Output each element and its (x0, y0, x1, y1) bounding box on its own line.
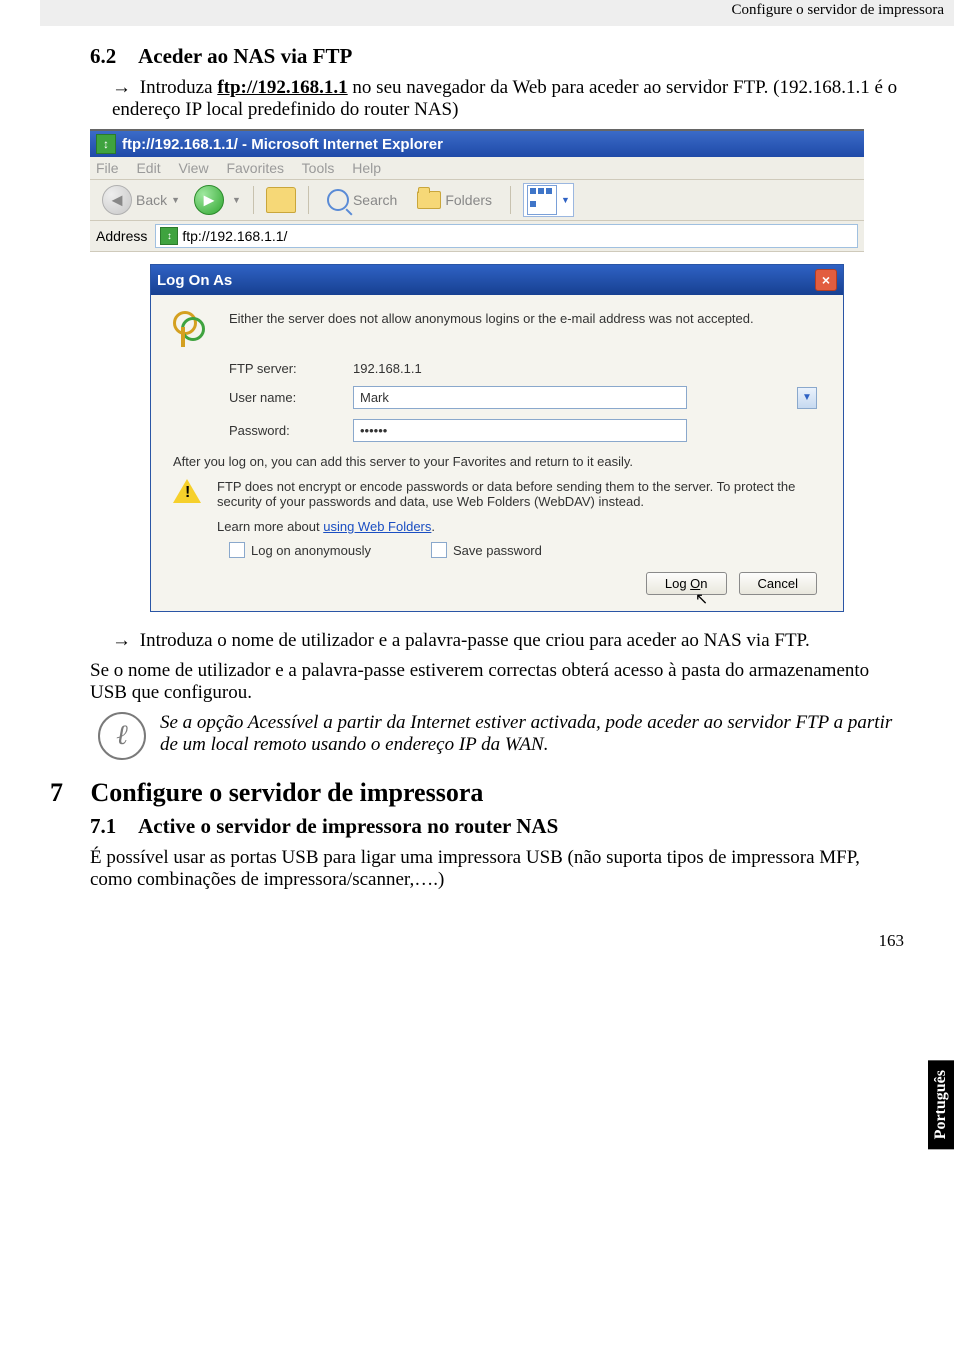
menu-file[interactable]: File (96, 160, 119, 176)
learn-more-line: Learn more about using Web Folders. (217, 519, 821, 534)
warning-icon: ! (173, 479, 201, 503)
page-header-bar: Configure o servidor de impressora (40, 0, 954, 26)
back-label: Back (136, 192, 167, 208)
ie-toolbar: ◄ Back ▼ ► ▼ Search Folders ▼ (90, 180, 864, 221)
step-text-pre: Introduza (140, 77, 218, 98)
menu-edit[interactable]: Edit (136, 160, 160, 176)
section-6-2-heading: 6.2 Aceder ao NAS via FTP (90, 44, 904, 69)
dropdown-arrow-icon: ▼ (232, 195, 241, 205)
paragraph-2: É possível usar as portas USB para ligar… (90, 847, 904, 891)
address-value: ftp://192.168.1.1/ (182, 228, 287, 244)
views-icon (527, 185, 557, 215)
info-icon: ℓ (98, 712, 146, 760)
logon-button[interactable]: Log On ↖ (646, 572, 727, 595)
dialog-buttons: Log On ↖ Cancel (173, 572, 817, 595)
ie-menubar: File Edit View Favorites Tools Help (90, 157, 864, 180)
section-title: Active o servidor de impressora no route… (138, 814, 558, 838)
folders-button[interactable]: Folders (411, 189, 498, 211)
menu-tools[interactable]: Tools (302, 160, 335, 176)
back-button[interactable]: ◄ Back ▼ (96, 183, 186, 217)
address-field[interactable]: ↕ ftp://192.168.1.1/ (155, 224, 858, 248)
step-2-text: Introduza o nome de utilizador e a palav… (140, 630, 810, 651)
ftp-url-link[interactable]: ftp://192.168.1.1 (217, 77, 347, 98)
toolbar-separator (308, 186, 309, 214)
search-label: Search (353, 192, 397, 208)
views-button[interactable]: ▼ (523, 183, 574, 217)
folders-label: Folders (445, 192, 492, 208)
save-password-checkbox[interactable]: Save password (431, 542, 542, 558)
section-title: Aceder ao NAS via FTP (138, 44, 352, 68)
cancel-button[interactable]: Cancel (739, 572, 817, 595)
dialog-checkboxes: Log on anonymously Save password (229, 542, 821, 558)
dialog-body: Either the server does not allow anonymo… (151, 295, 843, 611)
after-logon-text: After you log on, you can add this serve… (173, 454, 821, 469)
ie-window: ↕ ftp://192.168.1.1/ - Microsoft Interne… (90, 129, 864, 612)
ftp-site-icon: ↕ (160, 227, 178, 245)
search-button[interactable]: Search (321, 187, 403, 213)
note-block: ℓ Se a opção Acessível a partir da Inter… (98, 712, 904, 760)
toolbar-separator (253, 186, 254, 214)
menu-help[interactable]: Help (352, 160, 381, 176)
section-number: 6.2 (90, 44, 134, 69)
section-title: Configure o servidor de impressora (91, 778, 484, 807)
close-button[interactable]: × (815, 269, 837, 291)
ie-app-icon: ↕ (96, 134, 116, 154)
section-number: 7 (50, 778, 84, 808)
dialog-title-text: Log On As (157, 272, 232, 289)
forward-button[interactable]: ► (194, 185, 224, 215)
section-7-heading: 7 Configure o servidor de impressora (50, 778, 904, 808)
folders-icon (417, 191, 441, 209)
arrow-icon: → (112, 630, 131, 651)
arrow-icon: → (112, 77, 131, 98)
instruction-step-1: → Introduza ftp://192.168.1.1 no seu nav… (112, 77, 904, 121)
learn-more-pre: Learn more about (217, 519, 323, 534)
save-password-label: Save password (453, 543, 542, 558)
up-folder-button[interactable] (266, 187, 296, 213)
search-icon (327, 189, 349, 211)
note-text: Se a opção Acessível a partir da Interne… (160, 712, 904, 756)
dropdown-arrow-icon: ▼ (171, 195, 180, 205)
ie-address-bar: Address ↕ ftp://192.168.1.1/ (90, 221, 864, 252)
ie-title-text: ftp://192.168.1.1/ - Microsoft Internet … (122, 136, 443, 153)
checkbox-icon (229, 542, 245, 558)
logon-form: FTP server: 192.168.1.1 User name: Mark … (229, 361, 821, 442)
logon-dialog: Log On As × Either the server does not a… (150, 264, 844, 612)
anon-label: Log on anonymously (251, 543, 371, 558)
checkbox-icon (431, 542, 447, 558)
learn-more-dot: . (431, 519, 435, 534)
dropdown-arrow-icon: ▼ (561, 195, 570, 205)
section-number: 7.1 (90, 814, 134, 839)
back-arrow-icon: ◄ (102, 185, 132, 215)
dialog-titlebar: Log On As × (151, 265, 843, 295)
password-input[interactable]: •••••• (353, 419, 687, 442)
page-number: 163 (50, 931, 904, 951)
username-label: User name: (229, 390, 339, 405)
learn-more-link[interactable]: using Web Folders (323, 519, 431, 534)
address-label: Address (96, 228, 147, 244)
toolbar-separator (510, 186, 511, 214)
password-label: Password: (229, 423, 339, 438)
section-7-1-heading: 7.1 Active o servidor de impressora no r… (90, 814, 904, 839)
menu-view[interactable]: View (178, 160, 208, 176)
language-side-tab: Português (928, 1060, 954, 1149)
paragraph-1: Se o nome de utilizador e a palavra-pass… (90, 660, 904, 704)
menu-favorites[interactable]: Favorites (226, 160, 284, 176)
cursor-icon: ↖ (695, 589, 708, 609)
keys-icon (173, 311, 213, 351)
instruction-step-2: → Introduza o nome de utilizador e a pal… (112, 630, 904, 652)
anon-checkbox[interactable]: Log on anonymously (229, 542, 371, 558)
ftp-server-value: 192.168.1.1 (353, 361, 783, 376)
dialog-message: Either the server does not allow anonymo… (229, 311, 821, 326)
warning-text: FTP does not encrypt or encode passwords… (217, 479, 821, 509)
username-dropdown-button[interactable]: ▼ (797, 387, 817, 409)
username-input[interactable]: Mark (353, 386, 687, 409)
ie-titlebar: ↕ ftp://192.168.1.1/ - Microsoft Interne… (90, 131, 864, 157)
ftp-server-label: FTP server: (229, 361, 339, 376)
